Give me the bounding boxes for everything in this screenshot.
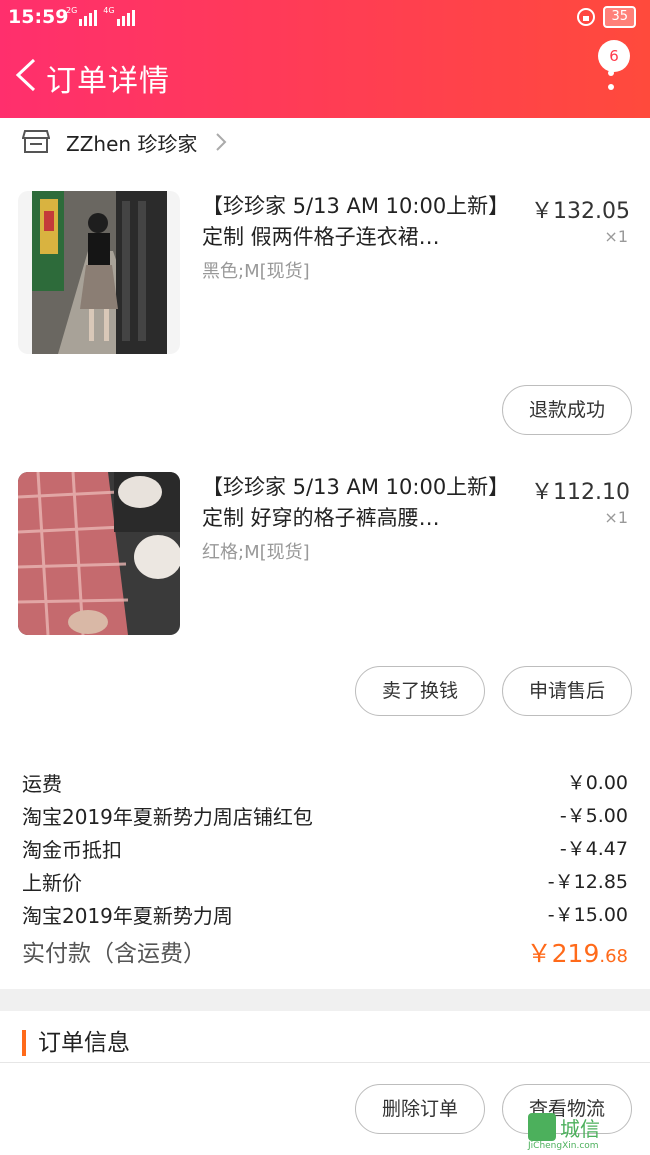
- network-label-2: 4G: [103, 6, 115, 15]
- fee-value: -￥15.00: [547, 904, 628, 926]
- total-cents: .68: [599, 946, 628, 967]
- store-icon: [22, 130, 50, 153]
- item-price: ￥132.05: [531, 199, 630, 224]
- fee-value: -￥4.47: [559, 838, 628, 860]
- shop-row[interactable]: ZZhen 珍珍家: [0, 118, 650, 166]
- shop-name: ZZhen 珍珍家: [66, 132, 198, 156]
- item-sku: 黑色;M[现货]: [202, 261, 310, 282]
- after-sales-button[interactable]: 申请售后: [502, 666, 632, 716]
- fee-value: -￥5.00: [559, 805, 628, 827]
- delete-order-button[interactable]: 删除订单: [355, 1084, 485, 1134]
- fee-label: 上新价: [22, 871, 82, 895]
- more-dot-icon: [608, 70, 614, 76]
- fee-label: 淘宝2019年夏新势力周店铺红包: [22, 805, 313, 829]
- total-amount: ￥219.68: [527, 934, 628, 970]
- watermark-logo: 城信 JiChengXin.com: [528, 1113, 646, 1153]
- item-title: 【珍珍家 5/13 AM 10:00上新】定制 好穿的格子裤高腰…: [202, 475, 510, 530]
- fee-row-taojinbi: 淘金币抵扣 -￥4.47: [22, 834, 628, 867]
- resell-button[interactable]: 卖了换钱: [355, 666, 485, 716]
- chevron-right-icon: [216, 133, 227, 151]
- total-paid-row: 实付款（含运费） ￥219.68: [22, 934, 628, 972]
- order-item[interactable]: 【珍珍家 5/13 AM 10:00上新】定制 假两件格子连衣裙… 黑色;M[现…: [0, 191, 650, 361]
- status-time: 15:59: [8, 6, 69, 28]
- bottom-action-bar: 删除订单 查看物流 城信 JiChengXin.com: [0, 1062, 650, 1155]
- fee-row-shipping: 运费 ￥0.00: [22, 768, 628, 801]
- more-menu-button[interactable]: 6: [596, 40, 630, 100]
- item-quantity: ×1: [604, 508, 628, 527]
- more-dot-icon: [608, 84, 614, 90]
- total-main: ￥219: [526, 939, 600, 968]
- watermark-icon: [528, 1113, 556, 1141]
- total-label: 实付款（含运费）: [22, 941, 206, 967]
- fee-row-promo-week: 淘宝2019年夏新势力周 -￥15.00: [22, 900, 628, 933]
- section-divider: [0, 989, 650, 1011]
- status-bar: 15:59 2G 4G 35: [0, 0, 650, 34]
- notification-badge: 6: [598, 40, 630, 72]
- order-info-heading: 订单信息: [22, 1030, 130, 1056]
- fee-row-new-price: 上新价 -￥12.85: [22, 867, 628, 900]
- order-item[interactable]: 【珍珍家 5/13 AM 10:00上新】定制 好穿的格子裤高腰… 红格;M[现…: [0, 472, 650, 642]
- refund-success-button[interactable]: 退款成功: [502, 385, 632, 435]
- fee-value: ￥0.00: [566, 772, 628, 794]
- product-image: [18, 472, 180, 635]
- page-title: 订单详情: [46, 64, 170, 99]
- signal-icon: 2G 4G: [66, 6, 135, 26]
- battery-icon: 35: [603, 6, 636, 28]
- watermark-url: JiChengXin.com: [528, 1141, 599, 1151]
- fee-label: 运费: [22, 772, 62, 796]
- back-arrow-icon[interactable]: [12, 58, 46, 92]
- fee-row-shop-coupon: 淘宝2019年夏新势力周店铺红包 -￥5.00: [22, 801, 628, 834]
- fee-value: -￥12.85: [547, 871, 628, 893]
- product-image: [18, 191, 180, 354]
- item-price: ￥112.10: [531, 480, 630, 505]
- fee-label: 淘宝2019年夏新势力周: [22, 904, 233, 928]
- watermark-text: 城信: [560, 1117, 600, 1141]
- network-label: 2G: [66, 6, 78, 15]
- fee-label: 淘金币抵扣: [22, 838, 122, 862]
- item-quantity: ×1: [604, 227, 628, 246]
- item-title: 【珍珍家 5/13 AM 10:00上新】定制 假两件格子连衣裙…: [202, 194, 510, 249]
- app-header: 15:59 2G 4G 35 订单详情 6: [0, 0, 650, 118]
- item-sku: 红格;M[现货]: [202, 542, 310, 563]
- rotation-lock-icon: [577, 8, 596, 26]
